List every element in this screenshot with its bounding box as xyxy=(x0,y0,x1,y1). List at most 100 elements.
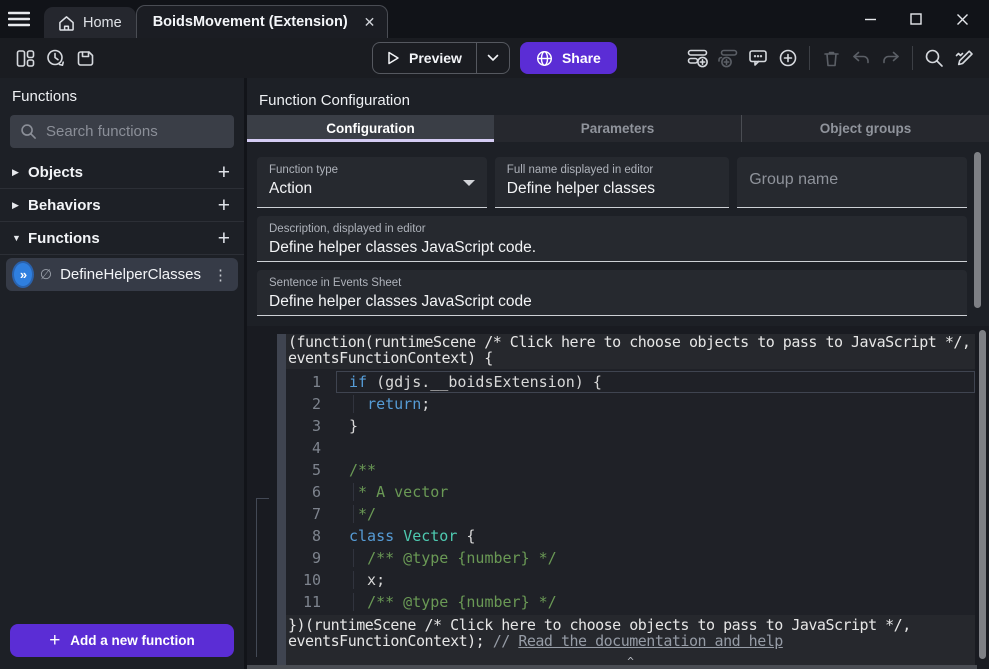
indent-guide-line xyxy=(353,593,354,611)
pencil-edit-icon[interactable] xyxy=(949,43,979,73)
events-selection-bracket xyxy=(256,498,269,657)
sidebar-section-objects[interactable]: ▶ Objects + xyxy=(0,156,244,189)
maximize-button[interactable] xyxy=(897,4,935,34)
tab-extension-label: BoidsMovement (Extension) xyxy=(153,14,348,30)
documentation-link[interactable]: Read the documentation and help xyxy=(518,632,782,650)
add-new-function-label: Add a new function xyxy=(70,633,195,648)
add-new-function-button[interactable]: + Add a new function xyxy=(10,624,234,657)
private-icon: ∅ xyxy=(40,266,52,283)
indent-guide-line xyxy=(353,395,354,413)
description-field[interactable]: Description, displayed in editor Define … xyxy=(257,216,967,262)
code-line[interactable]: 2 return; xyxy=(286,393,975,415)
javascript-event[interactable]: (function(runtimeScene /* Click here to … xyxy=(277,334,975,667)
function-type-value: Action xyxy=(269,180,475,198)
save-icon[interactable] xyxy=(70,43,100,73)
code-line-content: return; xyxy=(336,393,975,415)
code-line[interactable]: 9 /** @type {number} */ xyxy=(286,547,975,569)
code-line-content: x; xyxy=(336,569,975,591)
tab-extension[interactable]: BoidsMovement (Extension) ✕ xyxy=(136,5,389,38)
line-number: 8 xyxy=(286,525,336,547)
tab-object-groups[interactable]: Object groups xyxy=(741,115,989,142)
code-editor-lines: 1if (gdjs.__boidsExtension) {2 return;3}… xyxy=(286,371,975,613)
tab-label: Object groups xyxy=(820,121,912,136)
full-name-field[interactable]: Full name displayed in editor Define hel… xyxy=(495,157,729,208)
close-button[interactable] xyxy=(943,4,981,34)
dropdown-caret-icon xyxy=(463,180,475,186)
field-label: Sentence in Events Sheet xyxy=(269,277,955,289)
code-line[interactable]: 6 * A vector xyxy=(286,481,975,503)
description-value: Define helper classes JavaScript code. xyxy=(269,239,955,257)
code-line-content xyxy=(336,437,975,459)
code-line[interactable]: 11 /** @type {number} */ xyxy=(286,591,975,613)
share-button[interactable]: Share xyxy=(520,42,617,74)
functions-sidebar: Functions ▶ Objects + ▶ Behaviors + ▼ Fu… xyxy=(0,78,247,669)
tab-close-icon[interactable]: ✕ xyxy=(364,14,376,31)
tab-parameters[interactable]: Parameters xyxy=(494,115,741,142)
code-editor[interactable]: 1if (gdjs.__boidsExtension) {2 return;3}… xyxy=(286,369,975,615)
tab-configuration[interactable]: Configuration xyxy=(247,115,494,142)
toolbar-right-icons xyxy=(683,43,979,73)
share-label: Share xyxy=(562,50,601,66)
configuration-form: Function type Action Full name displayed… xyxy=(247,142,989,326)
home-icon xyxy=(58,15,75,31)
code-line[interactable]: 5/** xyxy=(286,459,975,481)
code-line[interactable]: 8class Vector { xyxy=(286,525,975,547)
indent-guide-line xyxy=(353,549,354,567)
events-horizontal-scrollbar[interactable] xyxy=(247,665,977,669)
window-controls xyxy=(851,0,989,38)
field-label: Function type xyxy=(269,164,475,176)
line-number: 9 xyxy=(286,547,336,569)
code-line[interactable]: 10 x; xyxy=(286,569,975,591)
minimize-button[interactable] xyxy=(851,4,889,34)
history-icon[interactable] xyxy=(40,43,70,73)
line-number: 1 xyxy=(286,371,336,393)
tab-home[interactable]: Home xyxy=(44,7,136,38)
code-line[interactable]: 1if (gdjs.__boidsExtension) { xyxy=(286,371,975,393)
code-line-content: class Vector { xyxy=(336,525,975,547)
add-comment-icon[interactable] xyxy=(743,43,773,73)
chevron-down-icon: ▼ xyxy=(12,233,28,243)
field-label: Description, displayed in editor xyxy=(269,223,955,235)
function-item-selected[interactable]: » ∅ DefineHelperClasses ⋮ xyxy=(6,258,238,291)
function-configuration-panel: Function Configuration Configuration Par… xyxy=(247,78,989,669)
section-label: Behaviors xyxy=(28,197,214,214)
code-line-content: /** @type {number} */ xyxy=(336,547,975,569)
preview-dropdown-button[interactable] xyxy=(477,54,509,62)
function-type-select[interactable]: Function type Action xyxy=(257,157,487,208)
panels-layout-icon[interactable] xyxy=(10,43,40,73)
code-line-content: * A vector xyxy=(336,481,975,503)
hamburger-menu-icon[interactable] xyxy=(0,0,38,38)
line-number: 5 xyxy=(286,459,336,481)
search-functions-input[interactable] xyxy=(46,123,224,140)
code-line[interactable]: 3} xyxy=(286,415,975,437)
code-line[interactable]: 4 xyxy=(286,437,975,459)
chevron-right-icon: ▶ xyxy=(12,200,28,211)
item-options-icon[interactable]: ⋮ xyxy=(209,266,232,284)
group-name-field[interactable]: Group name xyxy=(737,157,967,208)
sentence-field[interactable]: Sentence in Events Sheet Define helper c… xyxy=(257,270,967,316)
add-event-icon[interactable] xyxy=(683,43,713,73)
js-code-footer[interactable]: })(runtimeScene /* Click here to choose … xyxy=(286,617,975,650)
events-vertical-scrollbar[interactable] xyxy=(979,330,986,659)
add-behavior-button[interactable]: + xyxy=(214,195,234,216)
search-functions-box[interactable] xyxy=(10,115,234,148)
config-vertical-scrollbar[interactable] xyxy=(974,152,981,308)
tab-home-label: Home xyxy=(83,15,122,31)
line-number: 7 xyxy=(286,503,336,525)
event-drag-handle[interactable] xyxy=(277,334,286,667)
app-window: Home BoidsMovement (Extension) ✕ xyxy=(0,0,989,669)
code-line[interactable]: 7 */ xyxy=(286,503,975,525)
preview-button[interactable]: Preview xyxy=(372,42,510,74)
add-object-button[interactable]: + xyxy=(214,162,234,183)
js-code-header[interactable]: (function(runtimeScene /* Click here to … xyxy=(286,334,975,367)
search-icon[interactable] xyxy=(919,43,949,73)
function-item-label: DefineHelperClasses xyxy=(60,266,201,283)
sidebar-section-behaviors[interactable]: ▶ Behaviors + xyxy=(0,189,244,222)
code-line-content: /** xyxy=(336,459,975,481)
group-name-placeholder: Group name xyxy=(749,164,955,189)
line-number: 11 xyxy=(286,591,336,613)
code-line-content: /** @type {number} */ xyxy=(336,591,975,613)
add-function-button[interactable]: + xyxy=(214,228,234,249)
add-circle-icon[interactable] xyxy=(773,43,803,73)
sidebar-section-functions[interactable]: ▼ Functions + xyxy=(0,222,244,255)
